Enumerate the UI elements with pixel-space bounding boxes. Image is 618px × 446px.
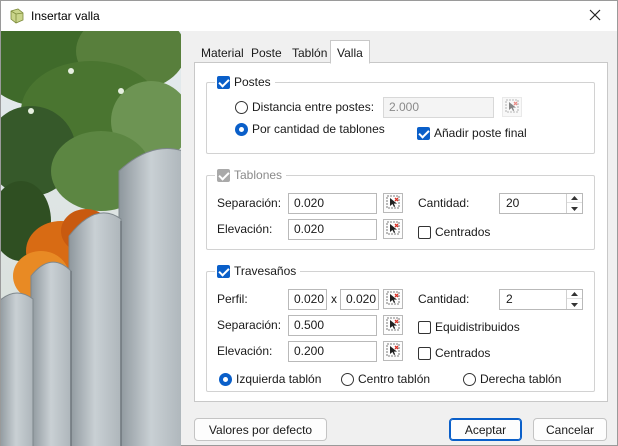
tablones-elevation-field[interactable]: 0.020 (288, 219, 377, 240)
distributed-label: Equidistribuidos (435, 320, 520, 334)
tablones-label: Tablones (234, 168, 283, 182)
travesanos-separation-label: Separación: (217, 318, 282, 332)
travesanos-centered-checkbox[interactable] (418, 346, 431, 360)
chevron-down-icon (571, 206, 578, 211)
profile-label: Perfil: (217, 292, 248, 306)
distance-pick-button[interactable] (502, 97, 522, 117)
pick-cursor-icon (505, 99, 519, 116)
profile-width-field[interactable]: 0.020 (288, 289, 327, 310)
position-center-radio[interactable] (341, 372, 354, 386)
defaults-button[interactable]: Valores por defecto (194, 418, 327, 441)
valla-tab-panel: Postes Distancia entre postes: 2.000 Por… (194, 62, 608, 402)
position-left-label: Izquierda tablón (236, 372, 322, 386)
profile-separator: x (331, 292, 337, 306)
count-option-label: Por cantidad de tablones (252, 122, 385, 136)
postes-group: Postes Distancia entre postes: 2.000 Por… (206, 74, 595, 154)
distance-option-label: Distancia entre postes: (252, 100, 375, 114)
cancel-button[interactable]: Cancelar (533, 418, 607, 441)
pick-cursor-icon (386, 291, 400, 308)
tablones-legend: Tablones (215, 167, 287, 183)
close-button[interactable] (573, 1, 617, 31)
count-option[interactable]: Por cantidad de tablones (235, 119, 385, 139)
chevron-down-icon (571, 302, 578, 307)
tablones-quantity-value: 20 (506, 196, 520, 210)
spin-down-button[interactable] (567, 300, 582, 309)
tablones-centered-checkbox[interactable] (418, 225, 431, 239)
position-right-radio[interactable] (463, 372, 476, 386)
position-left-radio[interactable] (219, 372, 232, 386)
chevron-up-icon (571, 292, 578, 296)
travesanos-elevation-pick-button[interactable] (383, 341, 403, 361)
position-left-option[interactable]: Izquierda tablón (219, 369, 321, 389)
fence-preview-image (1, 31, 181, 446)
final-post-checkbox[interactable] (417, 126, 430, 140)
travesanos-separation-field[interactable]: 0.500 (288, 315, 377, 336)
pick-cursor-icon (386, 195, 400, 212)
tablones-group: Tablones Separación: 0.020 Cantidad: 20 … (206, 167, 595, 250)
tablones-centered-label: Centrados (435, 225, 491, 239)
tablones-elevation-pick-button[interactable] (383, 219, 403, 239)
travesanos-quantity-value: 2 (506, 292, 513, 306)
title-bar: Insertar valla (1, 1, 617, 31)
tablones-separation-field[interactable]: 0.020 (288, 193, 377, 214)
travesanos-elevation-label: Elevación: (217, 344, 273, 358)
tablones-quantity-label: Cantidad: (418, 196, 470, 210)
travesanos-quantity-label: Cantidad: (418, 292, 470, 306)
accept-button[interactable]: Aceptar (449, 418, 522, 441)
spinner-arrows (566, 290, 582, 309)
spin-up-button[interactable] (567, 290, 582, 299)
spin-up-button[interactable] (567, 194, 582, 203)
position-center-option[interactable]: Centro tablón (341, 369, 430, 389)
tab-poste[interactable]: Poste (244, 42, 289, 63)
profile-height-field[interactable]: 0.020 (340, 289, 379, 310)
tablones-separation-label: Separación: (217, 196, 282, 210)
pick-cursor-icon (386, 317, 400, 334)
travesanos-centered-label: Centrados (435, 346, 491, 360)
distance-option[interactable]: Distancia entre postes: (235, 97, 374, 117)
tablones-quantity-spinner[interactable]: 20 (499, 193, 583, 214)
chevron-up-icon (571, 196, 578, 200)
distributed-option[interactable]: Equidistribuidos (418, 317, 520, 337)
travesanos-legend: Travesaños (215, 263, 301, 279)
travesanos-elevation-field[interactable]: 0.200 (288, 341, 377, 362)
tab-material[interactable]: Material (194, 42, 251, 63)
tablones-centered-option[interactable]: Centrados (418, 222, 490, 242)
postes-legend: Postes (215, 74, 275, 90)
profile-pick-button[interactable] (383, 289, 403, 309)
spinner-arrows (566, 194, 582, 213)
travesanos-separation-pick-button[interactable] (383, 315, 403, 335)
position-center-label: Centro tablón (358, 372, 431, 386)
fence-app-icon (9, 8, 25, 24)
travesanos-checkbox[interactable] (217, 264, 230, 278)
distance-radio[interactable] (235, 100, 248, 114)
position-right-label: Derecha tablón (480, 372, 562, 386)
travesanos-quantity-spinner[interactable]: 2 (499, 289, 583, 310)
tab-tablon[interactable]: Tablón (285, 42, 334, 63)
postes-checkbox[interactable] (217, 75, 230, 89)
insert-fence-dialog: Insertar valla Material Poste Tablón Val… (0, 0, 618, 446)
window-title: Insertar valla (31, 9, 100, 23)
travesanos-label: Travesaños (234, 264, 297, 278)
tablones-separation-pick-button[interactable] (383, 193, 403, 213)
distributed-checkbox[interactable] (418, 320, 431, 334)
distance-field[interactable]: 2.000 (383, 97, 494, 118)
tablones-checkbox[interactable] (217, 168, 230, 182)
tab-valla[interactable]: Valla (330, 40, 370, 64)
pick-cursor-icon (386, 343, 400, 360)
pick-cursor-icon (386, 221, 400, 238)
position-right-option[interactable]: Derecha tablón (463, 369, 561, 389)
travesanos-group: Travesaños Perfil: 0.020 x 0.020 Cantida… (206, 263, 595, 392)
final-post-option[interactable]: Añadir poste final (417, 123, 527, 143)
tablones-elevation-label: Elevación: (217, 222, 273, 236)
final-post-label: Añadir poste final (434, 126, 527, 140)
count-radio[interactable] (235, 122, 248, 136)
close-icon (589, 9, 601, 24)
spin-down-button[interactable] (567, 204, 582, 213)
postes-label: Postes (234, 75, 271, 89)
travesanos-centered-option[interactable]: Centrados (418, 343, 490, 363)
